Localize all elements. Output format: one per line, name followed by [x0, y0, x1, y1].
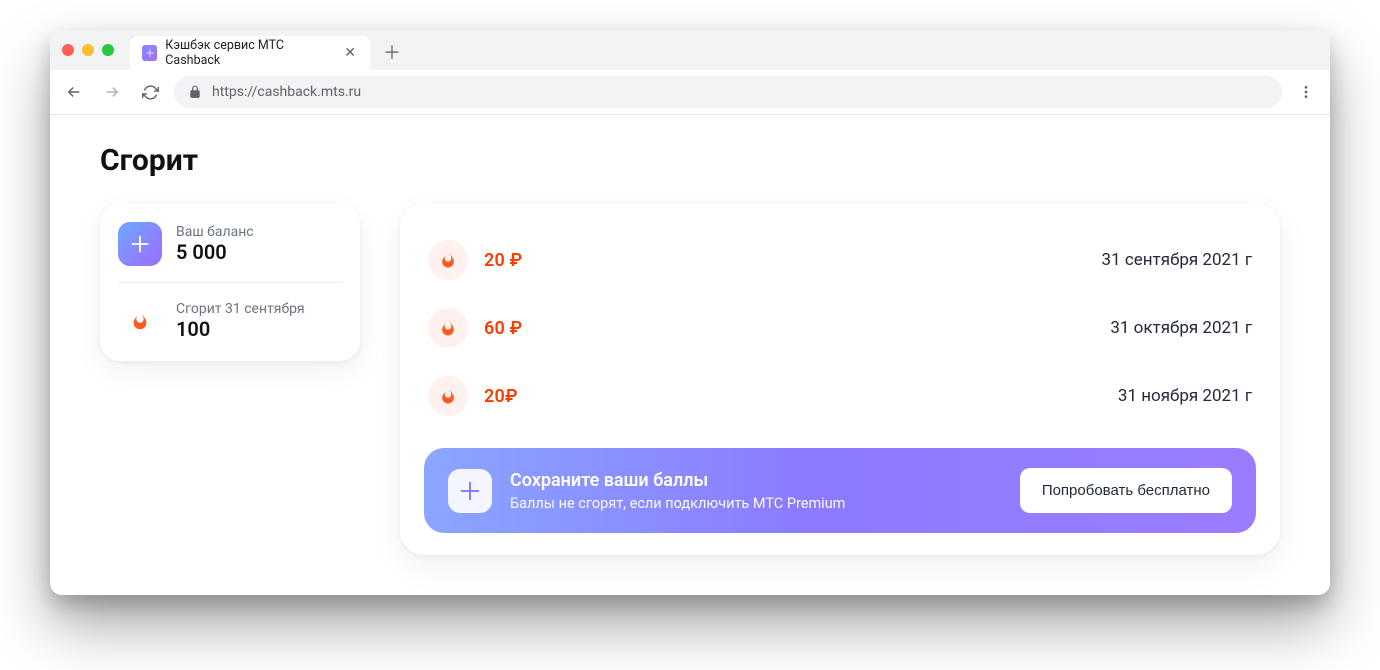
expiry-date: 31 сентября 2021 г — [1102, 250, 1252, 270]
close-window-icon[interactable] — [62, 44, 74, 56]
browser-window: Кэшбэк сервис МТС Cashback ✕ ＋ https://c… — [50, 30, 1330, 595]
close-tab-icon[interactable]: ✕ — [342, 46, 358, 60]
address-bar[interactable]: https://cashback.mts.ru — [174, 76, 1282, 108]
toolbar: https://cashback.mts.ru — [50, 70, 1330, 114]
expire-summary-label: Сгорит 31 сентября — [176, 301, 305, 317]
reload-button[interactable] — [136, 78, 164, 106]
window-controls[interactable] — [62, 44, 114, 56]
forward-button[interactable] — [98, 78, 126, 106]
expiry-date: 31 октября 2021 г — [1110, 318, 1252, 338]
favicon-icon — [142, 45, 157, 61]
balance-card: Ваш баланс 5 000 Сгорит 31 сентября 100 — [100, 204, 360, 361]
fire-icon — [428, 240, 468, 280]
expiry-row: 60 ₽ 31 октября 2021 г — [424, 294, 1256, 362]
fire-icon — [428, 308, 468, 348]
expiry-row: 20 ₽ 31 сентября 2021 г — [424, 226, 1256, 294]
promo-subtitle: Баллы не сгорят, если подключить МТС Pre… — [510, 495, 1002, 512]
minimize-window-icon[interactable] — [82, 44, 94, 56]
browser-chrome: Кэшбэк сервис МТС Cashback ✕ ＋ https://c… — [50, 30, 1330, 115]
maximize-window-icon[interactable] — [102, 44, 114, 56]
page-content: Сгорит Ваш баланс 5 000 — [50, 115, 1330, 595]
url-text: https://cashback.mts.ru — [212, 84, 361, 100]
expiry-list-card: 20 ₽ 31 сентября 2021 г 60 ₽ 31 октября … — [400, 204, 1280, 555]
page-title: Сгорит — [100, 143, 1280, 178]
promo-title: Сохраните ваши баллы — [510, 470, 1002, 491]
expiry-row: 20₽ 31 ноября 2021 г — [424, 362, 1256, 430]
expiry-amount: 20₽ — [484, 386, 518, 407]
lock-icon — [188, 85, 202, 99]
premium-icon — [448, 469, 492, 513]
more-menu-button[interactable] — [1292, 78, 1320, 106]
balance-label: Ваш баланс — [176, 224, 254, 240]
fire-icon — [118, 299, 162, 343]
divider — [118, 282, 342, 283]
try-free-button[interactable]: Попробовать бесплатно — [1020, 468, 1232, 513]
back-button[interactable] — [60, 78, 88, 106]
new-tab-button[interactable]: ＋ — [378, 38, 406, 66]
fire-icon — [428, 376, 468, 416]
tab-title: Кэшбэк сервис МТС Cashback — [165, 38, 334, 68]
balance-icon — [118, 222, 162, 266]
expiry-date: 31 ноября 2021 г — [1118, 386, 1252, 406]
expire-summary-value: 100 — [176, 317, 305, 341]
balance-value: 5 000 — [176, 240, 254, 264]
browser-tab[interactable]: Кэшбэк сервис МТС Cashback ✕ — [130, 36, 370, 70]
tab-strip: Кэшбэк сервис МТС Cashback ✕ ＋ — [50, 30, 1330, 70]
expiry-amount: 20 ₽ — [484, 250, 522, 271]
promo-banner: Сохраните ваши баллы Баллы не сгорят, ес… — [424, 448, 1256, 533]
expiry-amount: 60 ₽ — [484, 318, 522, 339]
